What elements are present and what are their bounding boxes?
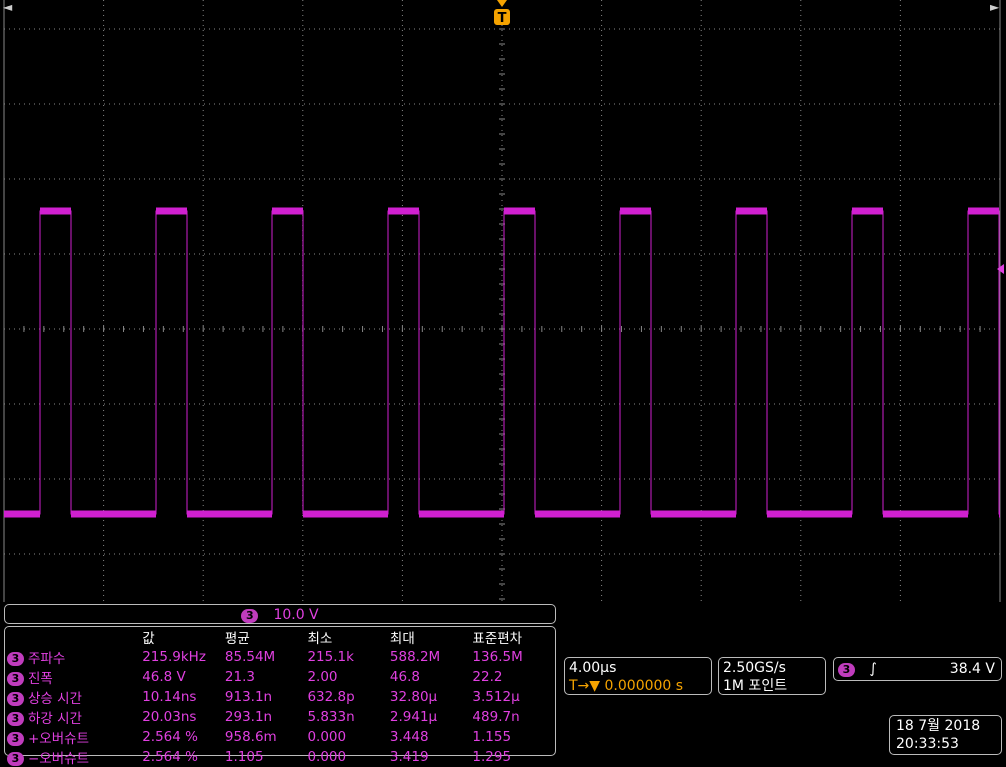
trigger-arrow-icon (497, 0, 507, 7)
channel-badge: 3 (838, 663, 855, 677)
vertical-scale-value: 10.0 V (273, 607, 319, 623)
measurement-name: 주파수 (28, 651, 66, 667)
measurement-name: 상승 시간 (28, 691, 82, 707)
acquisition-panel[interactable]: 2.50GS/s 1M 포인트 (718, 657, 826, 695)
measurement-value: 2.564 % (142, 749, 198, 765)
measurement-min: 0.000 (307, 729, 347, 745)
measurements-table: 값 평균 최소 최대 표준편차 3 주파수 215.9kHz 85.54M 215… (7, 627, 555, 767)
measurement-name: +오버슈트 (28, 731, 89, 747)
record-length: 1M 포인트 (723, 678, 788, 694)
trigger-panel[interactable]: 3 ∫ 38.4 V (833, 657, 1002, 681)
trigger-level: 38.4 V (949, 661, 995, 677)
measurement-value: 20.03ns (142, 709, 197, 725)
measurement-mean: 85.54M (224, 649, 276, 665)
horizontal-panel[interactable]: 4.00µs T→▼ 0.000000 s (564, 657, 712, 695)
channel-3-trace (4, 207, 1000, 518)
measurement-row-negative-overshoot[interactable]: 3 −오버슈트 2.564 % 1.105 0.000 3.419 1.295 (7, 747, 555, 767)
channel-badge: 3 (7, 672, 24, 686)
waveform-graticule: T ◄ ► (3, 0, 1004, 602)
measurement-value: 46.8 V (142, 669, 186, 685)
horizontal-scale: 4.00µs (569, 660, 617, 676)
measurement-max: 32.80µ (389, 689, 438, 705)
measurement-stddev: 1.155 (472, 729, 512, 745)
measurement-mean: 1.105 (224, 749, 264, 765)
measurement-mean: 21.3 (224, 669, 255, 685)
measurement-max: 2.941µ (389, 709, 438, 725)
right-edge-marker-icon: ► (990, 0, 1000, 14)
datetime-panel: 18 7월 2018 20:33:53 (889, 715, 1002, 755)
trace-edges (4, 210, 1000, 515)
trigger-position-icon: T→▼ (569, 678, 601, 694)
measurement-name: 진폭 (28, 671, 53, 687)
measurement-stddev: 22.2 (472, 669, 503, 685)
measurement-min: 5.833n (307, 709, 355, 725)
horizontal-position: 0.000000 s (604, 678, 684, 694)
measurement-min: 632.8p (307, 689, 355, 705)
channel-badge: 3 (7, 652, 24, 666)
measurement-stddev: 136.5M (472, 649, 523, 665)
measurement-max: 3.419 (389, 749, 429, 765)
measurement-row-fall-time[interactable]: 3 하강 시간 20.03ns 293.1n 5.833n 2.941µ 489.… (7, 707, 555, 727)
header-min: 최소 (307, 631, 333, 647)
measurement-min: 0.000 (307, 749, 347, 765)
measurements-panel[interactable]: 값 평균 최소 최대 표준편차 3 주파수 215.9kHz 85.54M 215… (4, 626, 556, 767)
trigger-marker-label: T (498, 11, 507, 26)
measurement-max: 46.8 (389, 669, 420, 685)
measurement-row-frequency[interactable]: 3 주파수 215.9kHz 85.54M 215.1k 588.2M 136.5… (7, 647, 555, 667)
trigger-position-marker[interactable]: T (494, 0, 510, 26)
left-edge-marker-icon: ◄ (3, 0, 13, 14)
channel-badge: 3 (241, 609, 259, 623)
measurement-value: 2.564 % (142, 729, 198, 745)
measurement-min: 2.00 (307, 669, 338, 685)
measurement-max: 3.448 (389, 729, 429, 745)
measurement-mean: 293.1n (224, 709, 273, 725)
measurement-row-rise-time[interactable]: 3 상승 시간 10.14ns 913.1n 632.8p 32.80µ 3.51… (7, 687, 555, 707)
sample-rate: 2.50GS/s (723, 660, 786, 676)
rising-edge-icon: ∫ (869, 661, 877, 677)
header-mean: 평균 (224, 631, 250, 647)
measurement-row-amplitude[interactable]: 3 진폭 46.8 V 21.3 2.00 46.8 22.2 (7, 667, 555, 687)
channel-badge: 3 (7, 712, 24, 726)
measurement-mean: 913.1n (224, 689, 273, 705)
vertical-scale-panel[interactable]: 3 10.0 V (4, 604, 556, 624)
channel-badge: 3 (7, 752, 24, 766)
measurement-value: 215.9kHz (142, 649, 206, 665)
measurement-min: 215.1k (307, 649, 354, 665)
measurements-header-row: 값 평균 최소 최대 표준편차 (7, 627, 555, 647)
measurement-name: −오버슈트 (28, 751, 89, 767)
header-stddev: 표준편차 (472, 631, 523, 647)
measurement-stddev: 3.512µ (472, 689, 520, 705)
date: 18 7월 2018 (896, 718, 981, 734)
measurement-stddev: 1.295 (472, 749, 512, 765)
measurement-name: 하강 시간 (28, 711, 82, 727)
measurement-row-positive-overshoot[interactable]: 3 +오버슈트 2.564 % 958.6m 0.000 3.448 1.155 (7, 727, 555, 747)
measurement-stddev: 489.7n (472, 709, 520, 725)
measurement-max: 588.2M (389, 649, 441, 665)
header-value: 값 (142, 631, 155, 647)
measurement-value: 10.14ns (142, 689, 197, 705)
time: 20:33:53 (896, 736, 959, 752)
measurement-mean: 958.6m (224, 729, 277, 745)
channel-badge: 3 (7, 692, 24, 706)
header-max: 최대 (389, 631, 415, 647)
channel-badge: 3 (7, 732, 24, 746)
